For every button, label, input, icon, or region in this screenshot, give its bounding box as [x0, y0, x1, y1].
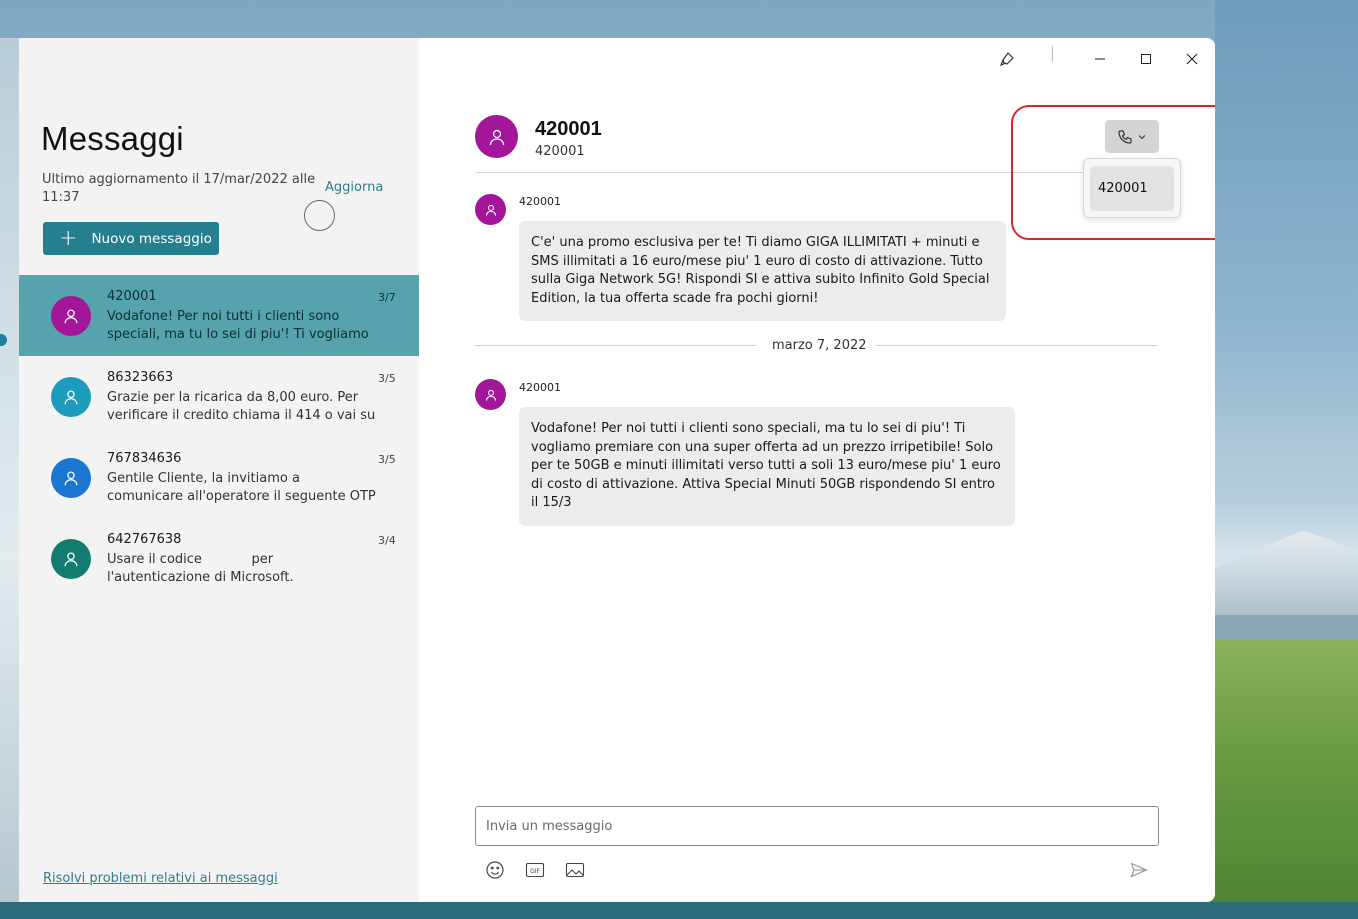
- chat-subtitle: 420001: [535, 144, 585, 159]
- avatar: [51, 539, 91, 579]
- avatar: [51, 296, 91, 336]
- chat-avatar: [475, 115, 518, 158]
- avatar: [51, 458, 91, 498]
- avatar: [51, 377, 91, 417]
- desktop-wallpaper: [1215, 0, 1358, 919]
- message-bubble: C'e' una promo esclusiva per te! Ti diam…: [519, 221, 1006, 321]
- message-input[interactable]: [475, 806, 1159, 846]
- message-sender: 420001: [519, 381, 561, 394]
- emoji-button[interactable]: [483, 858, 507, 882]
- person-icon: [485, 389, 496, 401]
- conversation-preview: Grazie per la ricarica da 8,00 euro. Per…: [107, 390, 376, 423]
- plus-icon: +: [59, 225, 78, 251]
- conversation-name: 420001: [107, 289, 157, 304]
- annotation-highlight: [1011, 105, 1215, 240]
- conversation-name: 642767638: [107, 532, 182, 547]
- person-icon: [485, 204, 496, 216]
- minimize-icon: [1095, 58, 1105, 60]
- chat-title: 420001: [535, 118, 602, 140]
- new-message-label: Nuovo messaggio: [91, 230, 212, 247]
- close-button[interactable]: [1174, 44, 1210, 74]
- person-icon: [489, 129, 504, 145]
- send-button[interactable]: [1127, 858, 1151, 882]
- message-sender: 420001: [519, 195, 561, 208]
- conversation-date: 3/5: [378, 453, 396, 466]
- close-icon: [1186, 53, 1198, 65]
- titlebar-divider: [1052, 46, 1053, 62]
- minimize-button[interactable]: [1082, 44, 1118, 74]
- conversation-date: 3/5: [378, 372, 396, 385]
- conversation-list: 420001 3/7 Vodafone! Per noi tutti i cli…: [19, 275, 419, 599]
- image-icon: [565, 862, 585, 878]
- person-icon: [64, 309, 78, 324]
- person-icon: [64, 552, 78, 567]
- date-separator-line: [475, 345, 756, 346]
- emoji-icon: [486, 861, 504, 879]
- background-window-edge: [0, 38, 19, 902]
- image-button[interactable]: [563, 858, 587, 882]
- conversation-item[interactable]: 767834636 3/5 Gentile Cliente, la inviti…: [19, 437, 419, 518]
- conversation-name: 767834636: [107, 451, 182, 466]
- date-separator-line: [876, 345, 1157, 346]
- last-update-text: Ultimo aggiornamento il 17/mar/2022 alle…: [42, 172, 316, 205]
- refresh-link[interactable]: Aggiorna: [325, 180, 383, 195]
- message-avatar: [475, 379, 506, 410]
- troubleshoot-link[interactable]: Risolvi problemi relativi ai messaggi: [43, 871, 278, 886]
- sidebar: Messaggi Ultimo aggiornamento il 17/mar/…: [19, 38, 419, 902]
- compact-overlay-button[interactable]: [989, 44, 1025, 74]
- conversation-date: 3/7: [378, 291, 396, 304]
- maximize-button[interactable]: [1128, 44, 1164, 74]
- conversation-preview: Usare il codice per l'autenticazione di …: [107, 552, 294, 585]
- messages-window: Messaggi Ultimo aggiornamento il 17/mar/…: [19, 38, 1215, 902]
- mouse-cursor-indicator: [304, 200, 335, 231]
- conversation-item[interactable]: 642767638 3/4 Usare il codice per l'aute…: [19, 518, 419, 599]
- brush-icon: [999, 52, 1014, 67]
- new-message-button[interactable]: + Nuovo messaggio: [43, 222, 219, 255]
- svg-text:GIF: GIF: [530, 868, 540, 875]
- person-icon: [64, 471, 78, 486]
- person-icon: [64, 390, 78, 405]
- conversation-item[interactable]: 420001 3/7 Vodafone! Per noi tutti i cli…: [19, 275, 419, 356]
- message-avatar: [475, 194, 506, 225]
- conversation-name: 86323663: [107, 370, 174, 385]
- date-separator: marzo 7, 2022: [772, 338, 867, 353]
- send-icon: [1130, 862, 1148, 878]
- conversation-date: 3/4: [378, 534, 396, 547]
- app-title: Messaggi: [41, 120, 184, 157]
- conversation-item[interactable]: 86323663 3/5 Grazie per la ricarica da 8…: [19, 356, 419, 437]
- conversation-preview: Vodafone! Per noi tutti i clienti sono s…: [107, 309, 369, 342]
- maximize-icon: [1141, 54, 1151, 64]
- conversation-preview: Gentile Cliente, la invitiamo a comunica…: [107, 471, 376, 504]
- gif-button[interactable]: GIF: [523, 858, 547, 882]
- gif-icon: GIF: [525, 862, 545, 878]
- message-bubble: Vodafone! Per noi tutti i clienti sono s…: [519, 407, 1015, 526]
- taskbar: [0, 902, 1358, 919]
